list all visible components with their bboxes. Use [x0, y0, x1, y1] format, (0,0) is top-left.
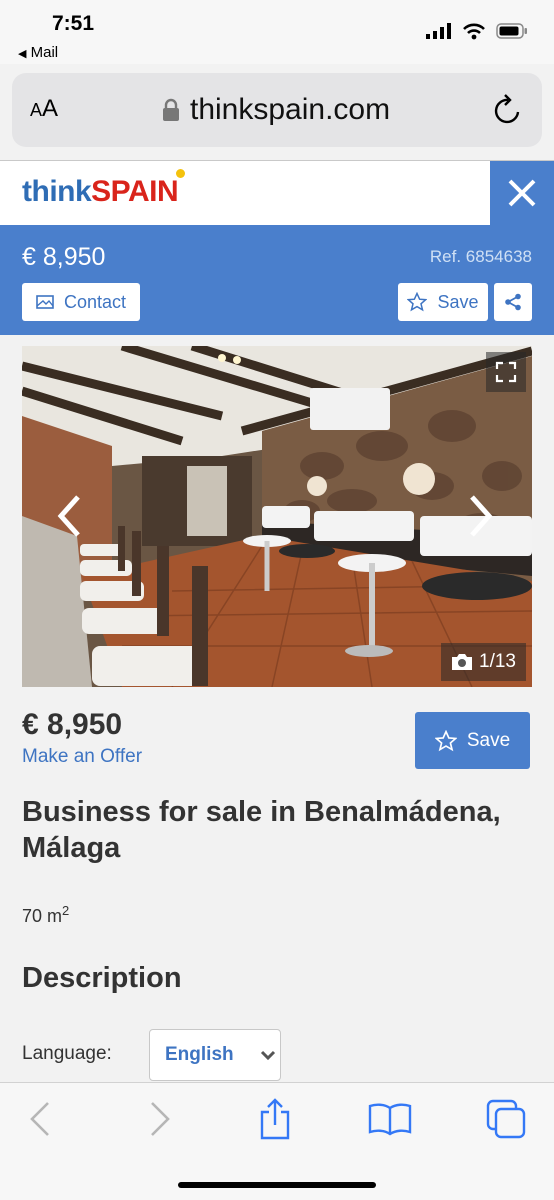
- reference-number: Ref. 6854638: [429, 247, 532, 266]
- chevron-right-icon[interactable]: [468, 494, 494, 538]
- signal-icon: [426, 23, 451, 39]
- battery-icon: [496, 23, 527, 39]
- star-icon: [434, 729, 457, 751]
- tabs-button[interactable]: [484, 1097, 528, 1141]
- language-label: Language:: [22, 1043, 112, 1064]
- text-size-button[interactable]: AA: [30, 95, 58, 123]
- site-header: thinkSPAIN: [0, 161, 554, 225]
- description-heading: Description: [22, 962, 182, 994]
- back-to-mail-link[interactable]: ◀ Mail: [18, 44, 58, 61]
- language-select[interactable]: English: [149, 1029, 281, 1081]
- share-sheet-icon: [260, 1098, 290, 1140]
- status-time: 7:51: [52, 12, 95, 35]
- property-photo[interactable]: 1/13: [22, 346, 532, 687]
- text-size-small-a: A: [30, 100, 43, 120]
- fullscreen-button[interactable]: [486, 352, 526, 392]
- share-sheet-button[interactable]: [253, 1097, 297, 1141]
- thinkspain-logo[interactable]: thinkSPAIN: [22, 175, 179, 209]
- area-unit-superscript: 2: [62, 903, 70, 918]
- bookmarks-icon: [368, 1103, 412, 1136]
- browser-back-icon: [30, 1102, 49, 1136]
- save-label: Save: [466, 729, 511, 751]
- close-icon: [508, 179, 536, 207]
- lock-icon: [163, 98, 179, 121]
- envelope-icon: [36, 295, 54, 309]
- back-chevron-icon: ◀: [18, 48, 27, 60]
- contact-button[interactable]: Contact: [22, 283, 140, 321]
- tabs-icon: [486, 1099, 526, 1139]
- status-icons: [426, 22, 528, 40]
- listing-title: Business for sale in Benalmádena, Málaga: [22, 796, 501, 864]
- browser-forward-button[interactable]: [138, 1097, 182, 1141]
- bar-interior-image: [22, 346, 532, 687]
- save-top-label: Save: [437, 291, 479, 312]
- address-bar[interactable]: AA thinkspain.com: [12, 73, 542, 147]
- browser-forward-icon: [151, 1102, 170, 1136]
- share-icon: [505, 293, 521, 311]
- expand-icon: [495, 361, 517, 383]
- photo-counter-text: 1/13: [479, 651, 516, 672]
- text-size-large-a: A: [42, 95, 59, 122]
- contact-label: Contact: [63, 291, 127, 312]
- logo-dot: [176, 169, 185, 178]
- make-offer-link[interactable]: Make an Offer: [22, 746, 142, 768]
- back-to-mail-label: Mail: [30, 44, 59, 61]
- logo-think-text: think: [22, 175, 92, 208]
- save-button-top[interactable]: Save: [398, 283, 488, 321]
- save-button[interactable]: Save: [415, 712, 530, 769]
- reload-icon[interactable]: [492, 93, 524, 127]
- wifi-icon: [463, 23, 485, 40]
- bookmarks-button[interactable]: [368, 1097, 412, 1141]
- bar-price: € 8,950: [22, 243, 106, 271]
- status-bar: 7:51 ◀ Mail: [0, 0, 554, 64]
- star-icon: [407, 292, 428, 312]
- camera-icon: [452, 654, 473, 670]
- url-display[interactable]: thinkspain.com: [162, 93, 390, 127]
- share-button[interactable]: [494, 283, 532, 321]
- browser-back-button[interactable]: [18, 1097, 62, 1141]
- property-area: 70 m2: [22, 903, 69, 927]
- area-value: 70 m: [22, 906, 63, 926]
- home-indicator: [178, 1182, 376, 1188]
- listing-price: € 8,950: [22, 708, 123, 741]
- url-domain: thinkspain.com: [190, 93, 391, 126]
- logo-spain-text: SPAIN: [91, 175, 179, 208]
- close-button[interactable]: [490, 161, 554, 225]
- chevron-left-icon[interactable]: [56, 494, 82, 538]
- listing-action-bar: € 8,950 Ref. 6854638 Contact Save: [0, 225, 554, 335]
- photo-counter: 1/13: [441, 643, 526, 681]
- language-selected: English: [165, 1044, 234, 1065]
- chevron-down-icon: [260, 1050, 275, 1060]
